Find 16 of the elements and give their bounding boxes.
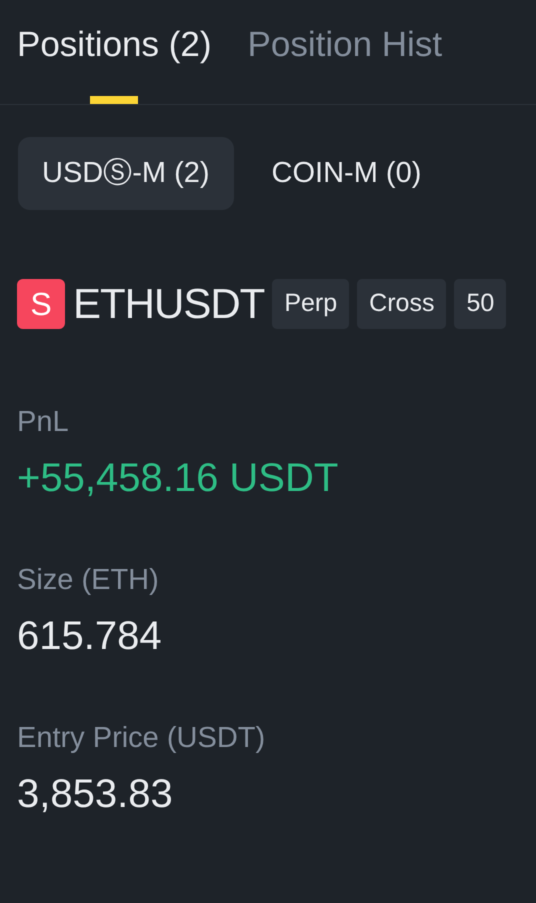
segment-button[interactable]: COIN-M (0) bbox=[248, 137, 446, 210]
tab-indicator bbox=[90, 96, 138, 104]
position-tag: 50 bbox=[454, 278, 506, 328]
field-label: Entry Price (USDT) bbox=[17, 721, 266, 755]
field-value: 3,853.83 bbox=[17, 771, 174, 817]
position-tag: Perp bbox=[272, 278, 350, 328]
field-value: 615.784 bbox=[17, 613, 163, 659]
tab[interactable]: Position Hist bbox=[248, 22, 442, 104]
symbol-name: ETHUSDT bbox=[73, 279, 264, 329]
position-tag: Cross bbox=[357, 278, 446, 328]
field-label: PnL bbox=[17, 405, 70, 439]
field-label: Size (ETH) bbox=[17, 563, 160, 597]
side-badge: S bbox=[17, 278, 65, 328]
segment-button[interactable]: USDⓈ-M (2) bbox=[18, 137, 234, 210]
field-value: +55,458.16 USDT bbox=[17, 455, 340, 501]
tab[interactable]: Positions (2) bbox=[17, 22, 212, 104]
